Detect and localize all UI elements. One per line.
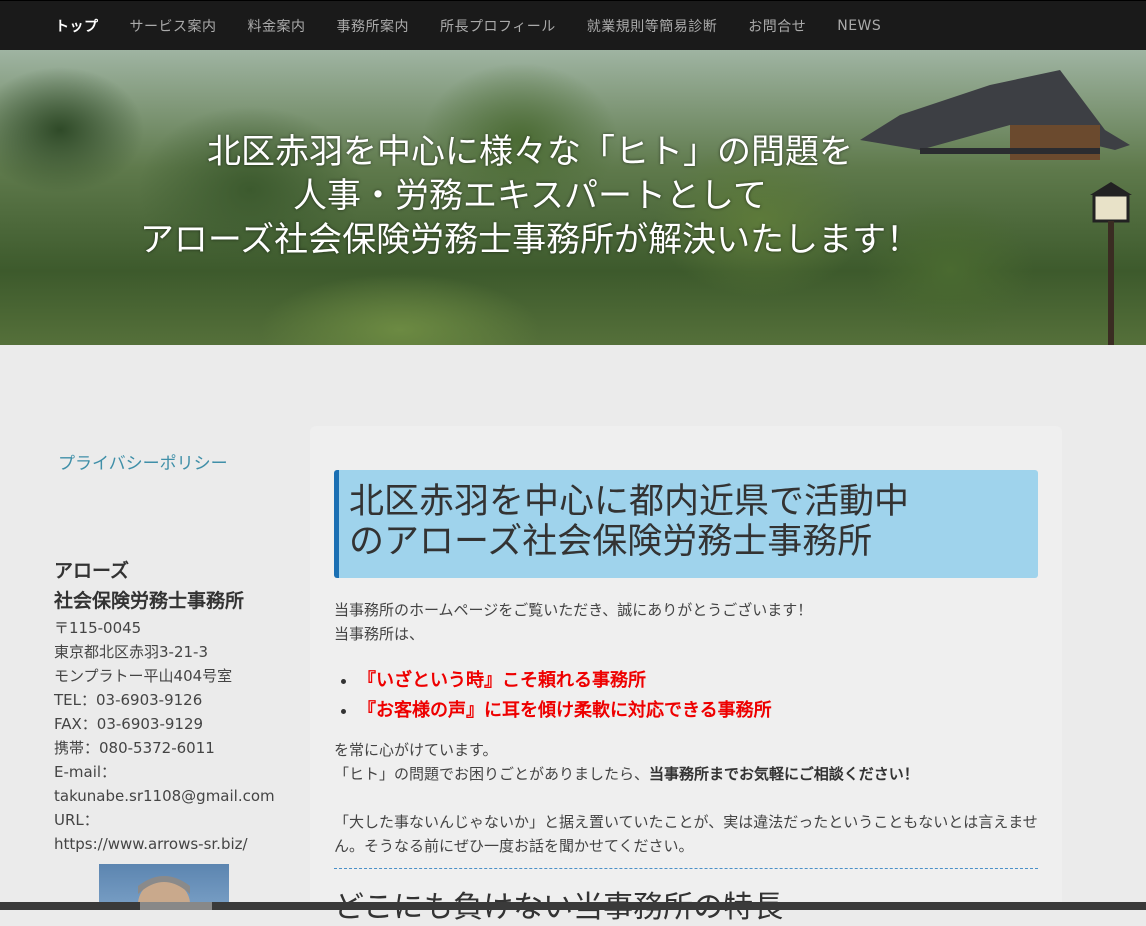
- section-heading: 北区赤羽を中心に都内近県で活動中 のアローズ社会保険労務士事務所: [334, 470, 1038, 578]
- intro-text: 当事務所のホームページをご覧いただき、誠にありがとうございます！ 当事務所は、: [334, 598, 1054, 646]
- highlight-item: 『いざという時』こそ頼れる事務所: [358, 666, 772, 696]
- body-line-2-emphasis: 当事務所までお気軽にご相談ください！: [649, 765, 919, 783]
- top-navigation: トップ サービス案内 料金案内 事務所案内 所長プロフィール 就業規則等簡易診断…: [0, 0, 1146, 50]
- body-line-1: を常に心がけています。: [334, 741, 498, 759]
- nav-item-contact[interactable]: お問合せ: [748, 16, 806, 36]
- privacy-policy-link[interactable]: プライバシーポリシー: [58, 449, 228, 474]
- section-divider: [334, 868, 1038, 869]
- office-address-2: モンプラトー平山404号室: [54, 667, 233, 685]
- office-postal: 〒115-0045: [54, 619, 142, 637]
- nav-menu: トップ サービス案内 料金案内 事務所案内 所長プロフィール 就業規則等簡易診断…: [0, 1, 1146, 51]
- nav-item-diagnosis[interactable]: 就業規則等簡易診断: [587, 16, 718, 36]
- office-email-label: E-mail：: [54, 763, 117, 781]
- nav-item-pricing[interactable]: 料金案内: [248, 16, 306, 36]
- nav-item-office[interactable]: 事務所案内: [337, 16, 410, 36]
- office-email: takunabe.sr1108@gmail.com: [54, 787, 275, 805]
- scrollbar-thumb[interactable]: [140, 902, 212, 910]
- hero-banner: 北区赤羽を中心に様々な「ヒト」の問題を 人事・労務エキスパートとして アローズ社…: [0, 50, 1146, 345]
- intro-line-1: 当事務所のホームページをご覧いただき、誠にありがとうございます！: [334, 601, 813, 619]
- office-name-line-1: アローズ: [54, 560, 130, 582]
- nav-item-news[interactable]: NEWS: [837, 18, 881, 34]
- office-mobile: 携帯：080-5372-6011: [54, 739, 215, 757]
- office-info: アローズ 社会保険労務士事務所 〒115-0045 東京都北区赤羽3-21-3 …: [54, 556, 284, 856]
- hero-line-3: アローズ社会保険労務士事務所が解決いたします！: [139, 220, 921, 260]
- hero-line-2: 人事・労務エキスパートとして: [293, 176, 767, 216]
- nav-item-services[interactable]: サービス案内: [130, 16, 217, 36]
- highlight-list: 『いざという時』こそ頼れる事務所 『お客様の声』に耳を傾け柔軟に対応できる事務所: [334, 666, 772, 726]
- body-text: を常に心がけています。 「ヒト」の問題でお困りごとがありましたら、当事務所までお…: [334, 738, 1054, 786]
- nav-item-profile[interactable]: 所長プロフィール: [440, 16, 556, 36]
- intro-line-2: 当事務所は、: [334, 625, 425, 643]
- section-heading-text: 北区赤羽を中心に都内近県で活動中 のアローズ社会保険労務士事務所: [339, 470, 1038, 562]
- highlight-item: 『お客様の声』に耳を傾け柔軟に対応できる事務所: [358, 696, 772, 726]
- office-url: https://www.arrows-sr.biz/: [54, 835, 248, 853]
- section-heading-line-1: 北区赤羽を中心に都内近県で活動中: [349, 482, 910, 522]
- nav-item-top[interactable]: トップ: [55, 16, 99, 36]
- office-tel: TEL：03-6903-9126: [54, 691, 203, 709]
- hero-line-1: 北区赤羽を中心に様々な「ヒト」の問題を: [207, 132, 853, 172]
- main-content: 北区赤羽を中心に都内近県で活動中 のアローズ社会保険労務士事務所 当事務所のホー…: [310, 426, 1062, 925]
- office-address-1: 東京都北区赤羽3-21-3: [54, 643, 208, 661]
- stone-lantern-image: [1090, 182, 1132, 345]
- office-name-line-2: 社会保険労務士事務所: [54, 590, 245, 612]
- office-url-label: URL：: [54, 811, 99, 829]
- body-line-2-prefix: 「ヒト」の問題でお困りごとがありましたら、: [334, 765, 650, 783]
- body-paragraph-2: 「大した事ないんじゃないか」と据え置いていたことが、実は違法だったということもな…: [334, 813, 1038, 855]
- hero-headline: 北区赤羽を中心に様々な「ヒト」の問題を 人事・労務エキスパートとして アローズ社…: [30, 130, 1030, 262]
- office-fax: FAX：03-6903-9129: [54, 715, 204, 733]
- section-heading-line-2: のアローズ社会保険労務士事務所: [349, 522, 873, 562]
